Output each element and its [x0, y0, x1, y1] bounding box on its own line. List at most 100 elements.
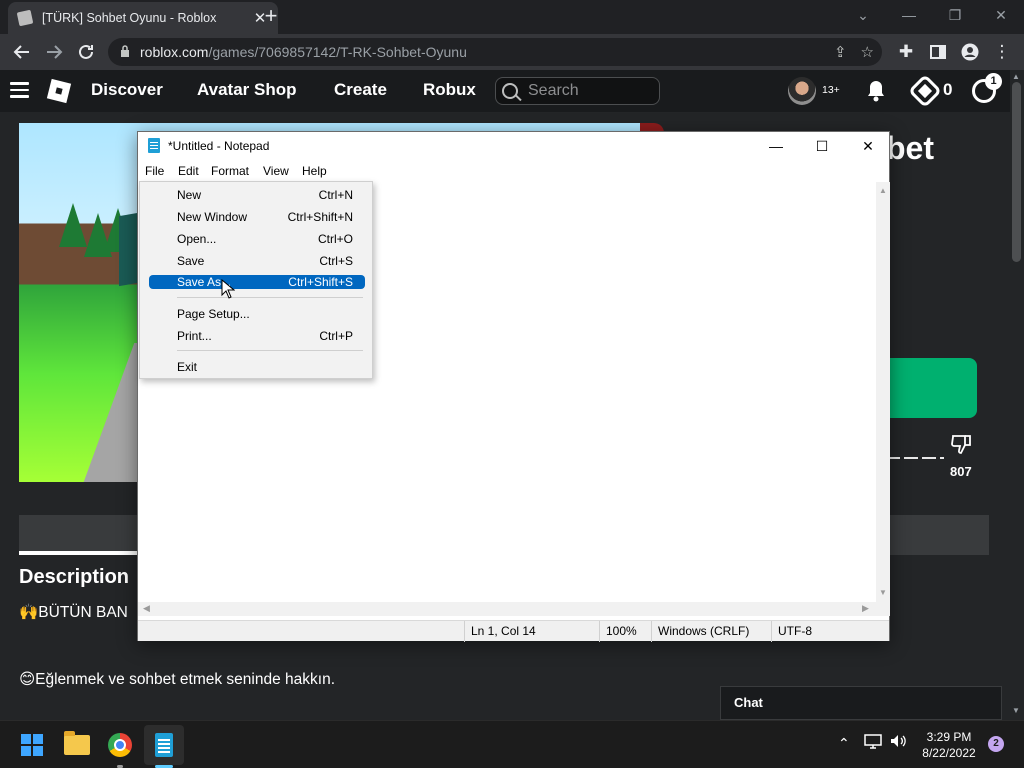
browser-toolbar: roblox.com/games/7069857142/T-RK-Sohbet-… [0, 34, 1024, 70]
roblox-header: Discover Avatar Shop Create Robux 13+ 0 … [0, 70, 1010, 112]
search-input[interactable] [528, 82, 648, 100]
screen: [TÜRK] Sohbet Oyunu - Roblox ✕ + ⌄ — ❐ ✕… [0, 0, 1024, 768]
system-clock[interactable]: 3:29 PM 8/22/2022 [914, 729, 984, 761]
description-text: 🙌BÜTÜN BAN [19, 604, 128, 621]
dislike-count: 807 [950, 464, 972, 479]
menu-separator [177, 297, 363, 298]
robux-icon[interactable] [908, 74, 942, 108]
chrome-menu-icon[interactable]: ⋮ [990, 40, 1014, 64]
menu-separator [177, 350, 363, 351]
menu-item-save[interactable]: Save Ctrl+S [149, 253, 365, 269]
network-icon[interactable] [864, 733, 882, 752]
notepad-vertical-scrollbar[interactable]: ▲ ▼ [876, 182, 890, 602]
active-tab-indicator [19, 551, 139, 555]
scroll-down-icon[interactable]: ▼ [1012, 706, 1020, 715]
share-icon[interactable]: ⇪ [834, 43, 847, 61]
bell-icon[interactable] [866, 80, 886, 102]
address-bar[interactable]: roblox.com/games/7069857142/T-RK-Sohbet-… [108, 38, 882, 66]
volume-icon[interactable] [889, 733, 907, 752]
star-icon[interactable]: ☆ [861, 43, 874, 61]
extensions-icon[interactable]: ✚ [894, 40, 918, 64]
page-scrollbar[interactable]: ▲ ▼ [1010, 70, 1024, 720]
reload-icon[interactable] [74, 40, 98, 64]
status-encoding: UTF-8 [771, 621, 881, 642]
nav-discover[interactable]: Discover [91, 80, 163, 100]
maximize-button[interactable]: ☐ [799, 132, 845, 160]
notepad-titlebar[interactable]: *Untitled - Notepad — ☐ ✕ [138, 132, 889, 160]
profile-icon[interactable] [958, 40, 982, 64]
restore-button[interactable]: ❐ [932, 0, 978, 30]
menu-icon[interactable] [10, 82, 29, 98]
browser-tabbar: [TÜRK] Sohbet Oyunu - Roblox ✕ + ⌄ — ❐ ✕ [0, 0, 1024, 34]
omnibox-actions: ⇪ ☆ [834, 43, 874, 61]
minimize-button[interactable]: — [753, 132, 799, 160]
menu-item-open[interactable]: Open... Ctrl+O [149, 231, 365, 247]
robux-count[interactable]: 0 [943, 80, 952, 100]
nav-avatar-shop[interactable]: Avatar Shop [197, 80, 297, 100]
close-button[interactable]: ✕ [845, 132, 891, 160]
cursor-icon [221, 278, 236, 299]
page-scroll-thumb[interactable] [1012, 82, 1021, 262]
menu-file[interactable]: File [145, 164, 164, 178]
status-line-ending: Windows (CRLF) [651, 621, 771, 642]
menu-item-exit[interactable]: Exit [149, 359, 365, 375]
taskbar: ⌃ 3:29 PM 8/22/2022 2 [0, 720, 1024, 768]
status-zoom: 100% [599, 621, 651, 642]
notepad-statusbar: Ln 1, Col 14 100% Windows (CRLF) UTF-8 [138, 620, 889, 642]
tab-title: [TÜRK] Sohbet Oyunu - Roblox [42, 11, 217, 25]
notepad-menubar: File Edit Format View Help [138, 160, 889, 182]
clock-time: 3:29 PM [926, 730, 972, 744]
minimize-button[interactable]: — [886, 0, 932, 30]
browser-tab[interactable]: [TÜRK] Sohbet Oyunu - Roblox ✕ [8, 2, 278, 34]
back-icon[interactable] [10, 40, 34, 64]
nav-robux[interactable]: Robux [423, 80, 476, 100]
age-label: 13+ [822, 84, 840, 96]
chevron-up-icon[interactable]: ⌃ [838, 735, 850, 752]
menu-item-print[interactable]: Print... Ctrl+P [149, 328, 365, 344]
chat-label: Chat [734, 695, 763, 710]
scroll-down-icon[interactable]: ▼ [879, 588, 887, 597]
notepad-horizontal-scrollbar[interactable]: ◀ ▶ [138, 602, 876, 616]
new-tab-button[interactable]: + [260, 4, 282, 30]
browser-window-controls: ⌄ — ❐ ✕ [840, 0, 1024, 30]
notepad-taskbar-icon[interactable] [144, 725, 184, 765]
roblox-favicon-icon [16, 9, 34, 27]
folder-icon[interactable] [57, 725, 97, 765]
menu-item-new-window[interactable]: New Window Ctrl+Shift+N [149, 209, 365, 225]
status-position: Ln 1, Col 14 [464, 621, 599, 642]
avatar[interactable] [788, 77, 816, 105]
scroll-up-icon[interactable]: ▲ [879, 186, 887, 195]
menu-view[interactable]: View [263, 164, 289, 178]
chat-panel[interactable]: Chat [720, 686, 1002, 720]
roblox-logo-icon[interactable] [46, 78, 72, 104]
description-text: 😊Eğlenmek ve sohbet etmek seninde hakkın… [19, 671, 336, 688]
chrome-icon[interactable] [100, 725, 140, 765]
search-box[interactable] [495, 77, 660, 105]
scroll-right-icon[interactable]: ▶ [862, 603, 869, 614]
menu-item-new[interactable]: New Ctrl+N [149, 187, 365, 203]
menu-item-save-as[interactable]: Save As... Ctrl+Shift+S [149, 275, 365, 289]
thumbs-down-icon[interactable] [950, 432, 972, 454]
notification-badge[interactable]: 2 [988, 736, 1004, 752]
clock-date: 8/22/2022 [922, 746, 976, 760]
scroll-left-icon[interactable]: ◀ [143, 603, 150, 614]
lock-icon[interactable] [120, 44, 130, 60]
scroll-up-icon[interactable]: ▲ [1012, 72, 1020, 81]
menu-help[interactable]: Help [302, 164, 327, 178]
notepad-icon [148, 138, 160, 153]
scroll-corner [876, 602, 890, 616]
tab-search-button[interactable]: ⌄ [840, 0, 886, 30]
menu-edit[interactable]: Edit [178, 164, 199, 178]
url-text: roblox.com/games/7069857142/T-RK-Sohbet-… [140, 44, 467, 60]
notepad-title: *Untitled - Notepad [168, 139, 270, 153]
description-heading: Description [19, 566, 130, 588]
nav-create[interactable]: Create [334, 80, 387, 100]
menu-item-page-setup[interactable]: Page Setup... [149, 306, 365, 322]
menu-format[interactable]: Format [211, 164, 249, 178]
close-window-button[interactable]: ✕ [978, 0, 1024, 30]
windows-start-icon[interactable] [12, 725, 52, 765]
sidebar-icon[interactable] [926, 40, 950, 64]
forward-icon[interactable] [42, 40, 66, 64]
play-button[interactable] [888, 358, 977, 418]
game-title: bet [886, 130, 934, 166]
